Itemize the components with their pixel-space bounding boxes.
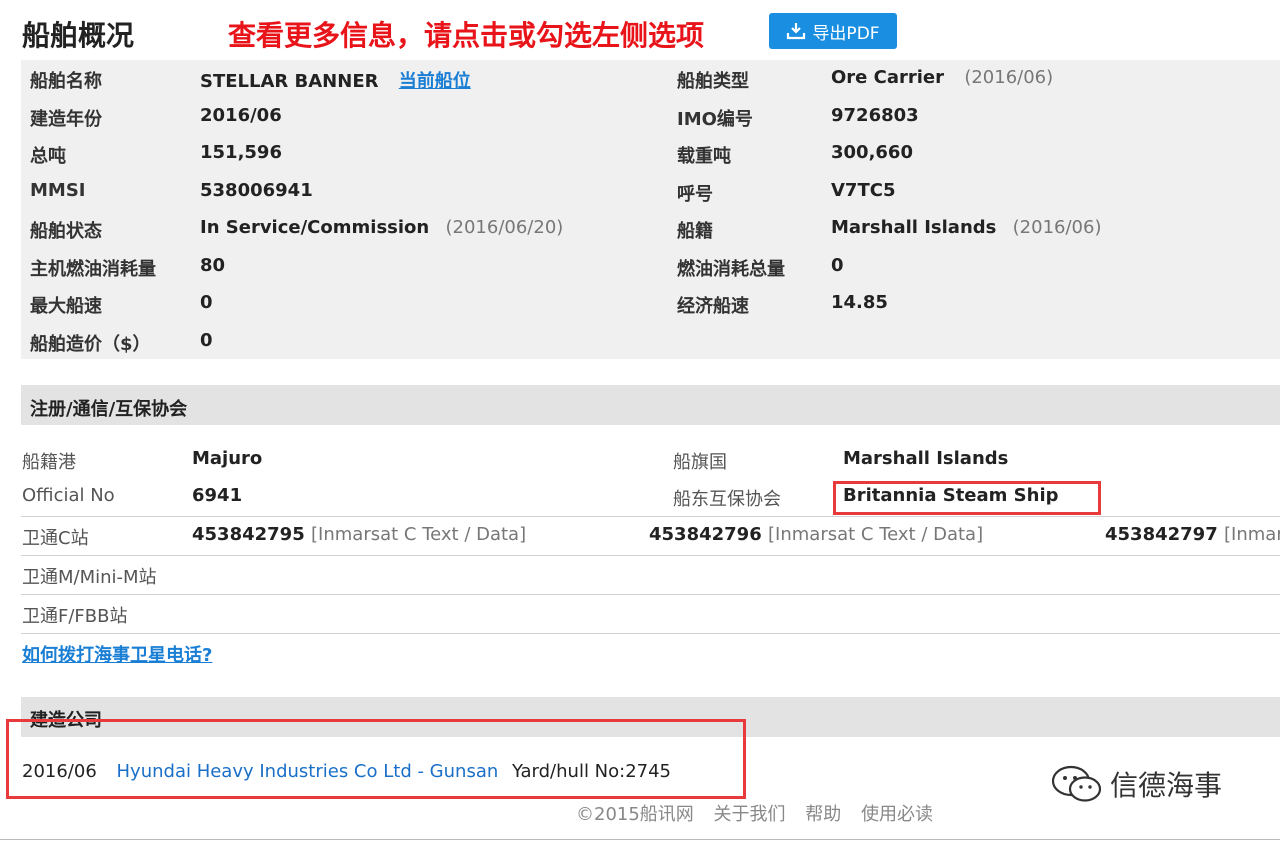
divider [21,633,1280,634]
imo-label: IMO编号 [677,109,753,130]
call-sign-label: 呼号 [677,184,713,205]
footer-terms-link[interactable]: 使用必读 [861,804,933,825]
export-pdf-button[interactable]: 导出PDF [769,13,897,49]
main-engine-fuel-label: 主机燃油消耗量 [30,259,156,280]
inmarsat-f-label: 卫通F/FBB站 [22,606,128,627]
current-position-link[interactable]: 当前船位 [399,71,471,92]
download-icon [787,23,806,40]
ship-cost-value: 0 [200,330,213,351]
main-engine-fuel-value: 80 [200,255,226,276]
max-speed-value: 0 [200,292,213,313]
flag-label: 船籍 [677,221,713,242]
bottom-divider [0,839,1280,840]
export-pdf-label: 导出PDF [812,23,880,44]
flag-date: (2016/06) [1012,217,1102,238]
imo-value: 9726803 [831,105,919,126]
gross-tonnage-value: 151,596 [200,142,282,163]
flag-state-value: Marshall Islands [843,448,1009,469]
inmarsat-m-label: 卫通M/Mini-M站 [22,567,157,588]
divider [21,516,1280,517]
footer-about-link[interactable]: 关于我们 [714,804,786,825]
ship-type-value: Ore Carrier (2016/06) [831,67,1054,88]
footer-copyright: ©2015船讯网 [576,804,694,825]
registration-section-header [21,385,1280,425]
economic-speed-value: 14.85 [831,292,888,313]
inmarsat-c-entry: 453842795 [Inmarsat C Text / Data] [192,524,527,545]
build-year-label: 建造年份 [30,109,102,130]
page-title: 船舶概况 [22,19,135,52]
deadweight-label: 载重吨 [677,146,731,167]
ship-name-label: 船舶名称 [30,71,102,92]
registration-section-title: 注册/通信/互保协会 [30,399,188,420]
official-no-value: 6941 [192,485,243,506]
official-no-label: Official No [22,485,115,506]
ship-name-value: STELLAR BANNER 当前船位 [200,71,471,92]
ship-status-label: 船舶状态 [30,221,102,242]
max-speed-label: 最大船速 [30,296,102,317]
footer: ©2015船讯网 关于我们 帮助 使用必读 [576,800,947,826]
gross-tonnage-label: 总吨 [30,146,66,167]
total-fuel-label: 燃油消耗总量 [677,259,785,280]
total-fuel-value: 0 [831,255,844,276]
ship-type-date: (2016/06) [964,67,1054,88]
call-sign-value: V7TC5 [831,180,896,201]
ship-cost-label: 船舶造价（$） [30,334,151,355]
watermark-text: 信德海事 [1110,769,1223,802]
flag-value: Marshall Islands (2016/06) [831,217,1102,238]
wechat-icon [1051,765,1102,802]
mmsi-value: 538006941 [200,180,313,201]
satellite-call-help-link[interactable]: 如何拨打海事卫星电话? [22,641,212,667]
inmarsat-c-entry: 453842797 [Inmars [1105,524,1280,545]
ship-type-label: 船舶类型 [677,71,749,92]
watermark: 信德海事 [1050,764,1222,804]
pi-club-highlight [833,481,1101,515]
economic-speed-label: 经济船速 [677,296,749,317]
port-registry-value: Majuro [192,448,263,469]
pi-club-label: 船东互保协会 [673,489,781,510]
port-registry-label: 船籍港 [22,452,76,473]
mmsi-label: MMSI [30,180,86,201]
flag-state-label: 船旗国 [673,452,727,473]
deadweight-value: 300,660 [831,142,913,163]
ship-status-date: (2016/06/20) [445,217,564,238]
notice-text: 查看更多信息，请点击或勾选左侧选项 [228,19,705,52]
divider [21,555,1280,556]
inmarsat-c-entry: 453842796 [Inmarsat C Text / Data] [649,524,984,545]
builder-highlight [6,719,746,799]
inmarsat-c-label: 卫通C站 [22,528,89,549]
footer-help-link[interactable]: 帮助 [805,804,841,825]
build-year-value: 2016/06 [200,105,282,126]
divider [21,594,1280,595]
ship-status-value: In Service/Commission (2016/06/20) [200,217,564,238]
